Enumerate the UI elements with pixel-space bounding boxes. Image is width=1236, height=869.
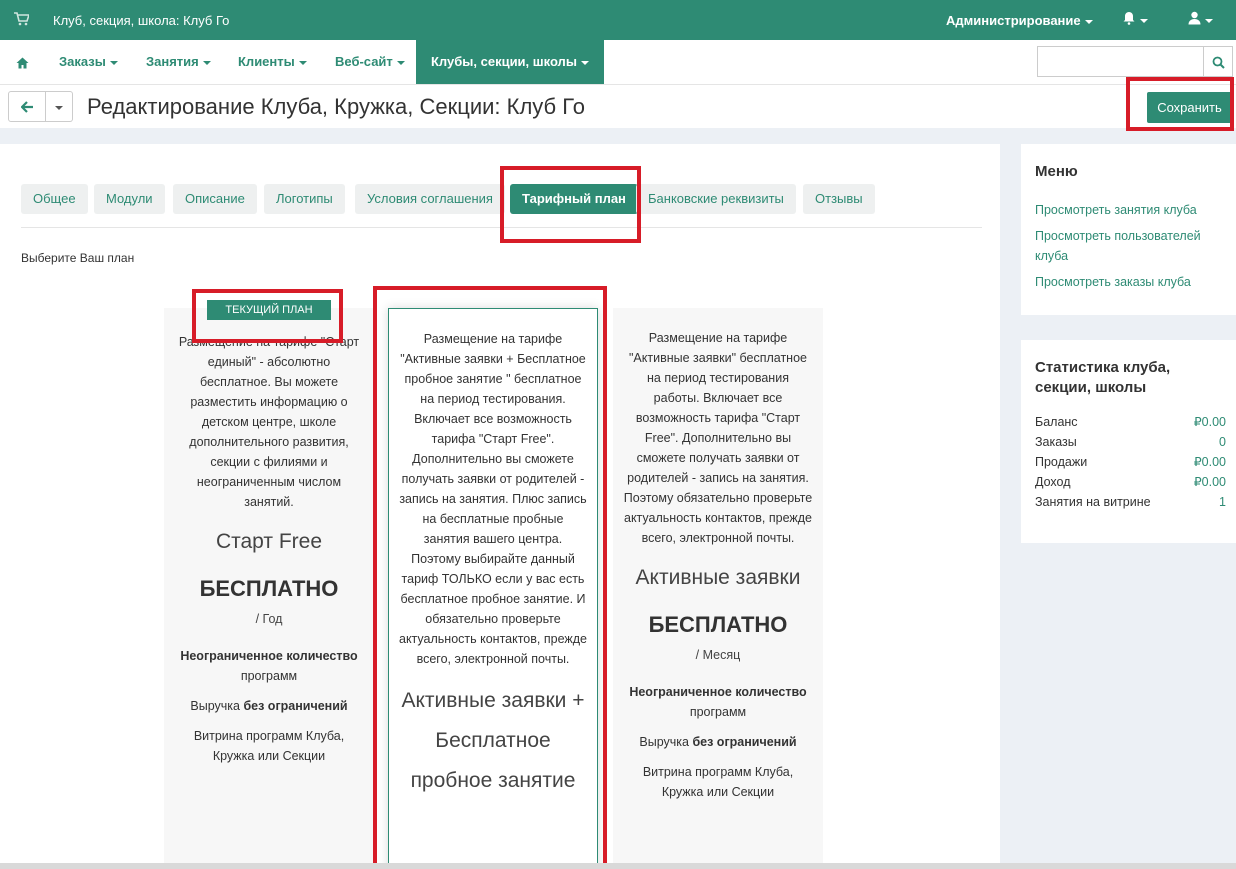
stat-value: 1 <box>1219 495 1226 509</box>
top-bar: Клуб, секция, школа: Клуб Го Администрир… <box>0 0 1236 40</box>
plan-period: / Месяц <box>695 648 741 662</box>
nav-clients[interactable]: Клиенты <box>238 40 307 84</box>
tab-bank-details[interactable]: Банковские реквизиты <box>636 184 796 214</box>
stat-value: 0 <box>1219 435 1226 449</box>
plan-price: БЕСПЛАТНО <box>648 612 788 637</box>
tab-general[interactable]: Общее <box>21 184 88 214</box>
choose-plan-label: Выберите Ваш план <box>21 251 135 265</box>
admin-menu[interactable]: Администрирование <box>946 13 1093 28</box>
tab-agreement[interactable]: Условия соглашения <box>355 184 505 214</box>
tab-logos[interactable]: Логотипы <box>264 184 345 214</box>
highlight-current-plan <box>192 289 343 343</box>
home-icon[interactable] <box>16 40 29 84</box>
plan-price: БЕСПЛАТНО <box>199 576 339 601</box>
club-brand[interactable]: Клуб, секция, школа: Клуб Го <box>53 13 229 28</box>
plan-feature-showcase: Витрина программ Клуба, Кружка или Секци… <box>642 765 794 799</box>
shopping-cart-icon[interactable] <box>14 12 31 29</box>
stat-orders: Заказы 0 <box>1035 432 1236 452</box>
highlight-save <box>1126 77 1234 131</box>
plan-active-requests[interactable]: Размещение на тарифе "Активные заявки" б… <box>613 308 823 869</box>
horizontal-scrollbar[interactable] <box>0 863 1236 869</box>
plan-description: Размещение на тарифе "Старт единый" - аб… <box>178 335 360 509</box>
stat-label: Заказы <box>1035 435 1077 449</box>
stat-balance: Баланс ₽0.00 <box>1035 412 1236 432</box>
chevron-down-icon <box>396 60 405 65</box>
nav-clubs-label: Клубы, секции, школы <box>431 54 577 69</box>
nav-lessons-label: Занятия <box>146 54 199 69</box>
tab-reviews[interactable]: Отзывы <box>803 184 875 214</box>
chevron-down-icon <box>1084 19 1093 24</box>
feature-bold: Неограниченное количество <box>180 649 358 663</box>
plan-name: Старт Free <box>215 530 323 553</box>
feature-bold: Неограниченное количество <box>629 685 807 699</box>
chevron-down-icon <box>1205 19 1213 24</box>
plan-description: Размещение на тарифе "Активные заявки" б… <box>623 331 813 545</box>
main-nav: Заказы Занятия Клиенты Веб-сайт Клубы, с… <box>0 40 1236 84</box>
plan-feature-programs: Неограниченное количество программ <box>623 682 813 722</box>
back-dropdown[interactable] <box>46 91 73 122</box>
stat-income: Доход ₽0.00 <box>1035 472 1236 492</box>
stat-label: Продажи <box>1035 455 1088 469</box>
club-menu-panel: Меню Просмотреть занятия клуба Просмотре… <box>1021 144 1236 315</box>
feature-bold: без ограничений <box>243 699 348 713</box>
plan-name: Активные заявки <box>635 566 801 589</box>
feature-rest: программ <box>689 705 747 719</box>
stat-label: Баланс <box>1035 415 1078 429</box>
chevron-down-icon <box>109 60 118 65</box>
user-icon[interactable] <box>1188 11 1213 28</box>
link-view-orders[interactable]: Просмотреть заказы клуба <box>1035 272 1222 292</box>
tab-description[interactable]: Описание <box>173 184 257 214</box>
nav-orders[interactable]: Заказы <box>59 40 118 84</box>
stat-sales: Продажи ₽0.00 <box>1035 452 1236 472</box>
page-header: Редактирование Клуба, Кружка, Секции: Кл… <box>0 84 1236 128</box>
chevron-down-icon <box>55 105 63 110</box>
chevron-down-icon <box>202 60 211 65</box>
nav-website[interactable]: Веб-сайт <box>335 40 405 84</box>
stats-title: Статистика клуба, секции, школы <box>1035 359 1171 396</box>
highlight-featured-plan <box>373 286 607 869</box>
chevron-down-icon <box>580 60 589 65</box>
plan-feature-programs: Неограниченное количество программ <box>174 646 364 686</box>
link-view-lessons[interactable]: Просмотреть занятия клуба <box>1035 200 1222 220</box>
plan-feature-revenue: Выручка без ограничений <box>174 696 364 716</box>
nav-orders-label: Заказы <box>59 54 106 69</box>
nav-clubs[interactable]: Клубы, секции, школы <box>416 40 604 84</box>
feature-pre: Выручка <box>639 735 693 749</box>
plan-feature-showcase: Витрина программ Клуба, Кружка или Секци… <box>193 729 345 763</box>
bell-icon[interactable] <box>1122 11 1148 28</box>
link-view-users[interactable]: Просмотреть пользователей клуба <box>1035 226 1222 266</box>
tab-modules[interactable]: Модули <box>94 184 165 214</box>
search-input[interactable] <box>1037 46 1203 77</box>
plan-feature-revenue: Выручка без ограничений <box>623 732 813 752</box>
plan-period: / Год <box>255 612 283 626</box>
chevron-down-icon <box>298 60 307 65</box>
search-icon[interactable] <box>1203 46 1233 77</box>
stat-value: ₽0.00 <box>1193 455 1226 469</box>
nav-website-label: Веб-сайт <box>335 54 393 69</box>
arrow-left-icon[interactable] <box>8 91 46 122</box>
club-stats-panel: Статистика клуба, секции, школы Баланс ₽0… <box>1021 340 1236 543</box>
feature-bold: без ограничений <box>692 735 797 749</box>
stat-label: Занятия на витрине <box>1035 495 1151 509</box>
plan-start-free[interactable]: ТЕКУЩИЙ ПЛАН Размещение на тарифе "Старт… <box>164 300 374 869</box>
nav-lessons[interactable]: Занятия <box>146 40 211 84</box>
menu-title: Меню <box>1035 163 1078 180</box>
highlight-tariff-tab <box>500 166 641 243</box>
feature-rest: программ <box>240 669 298 683</box>
page-title: Редактирование Клуба, Кружка, Секции: Кл… <box>87 94 585 119</box>
stat-value: ₽0.00 <box>1193 415 1226 429</box>
feature-pre: Выручка <box>190 699 244 713</box>
nav-clients-label: Клиенты <box>238 54 295 69</box>
stat-label: Доход <box>1035 475 1071 489</box>
stat-value: ₽0.00 <box>1193 475 1226 489</box>
chevron-down-icon <box>1140 19 1148 24</box>
stat-showcase-lessons: Занятия на витрине 1 <box>1035 492 1236 512</box>
admin-menu-label: Администрирование <box>946 13 1081 28</box>
